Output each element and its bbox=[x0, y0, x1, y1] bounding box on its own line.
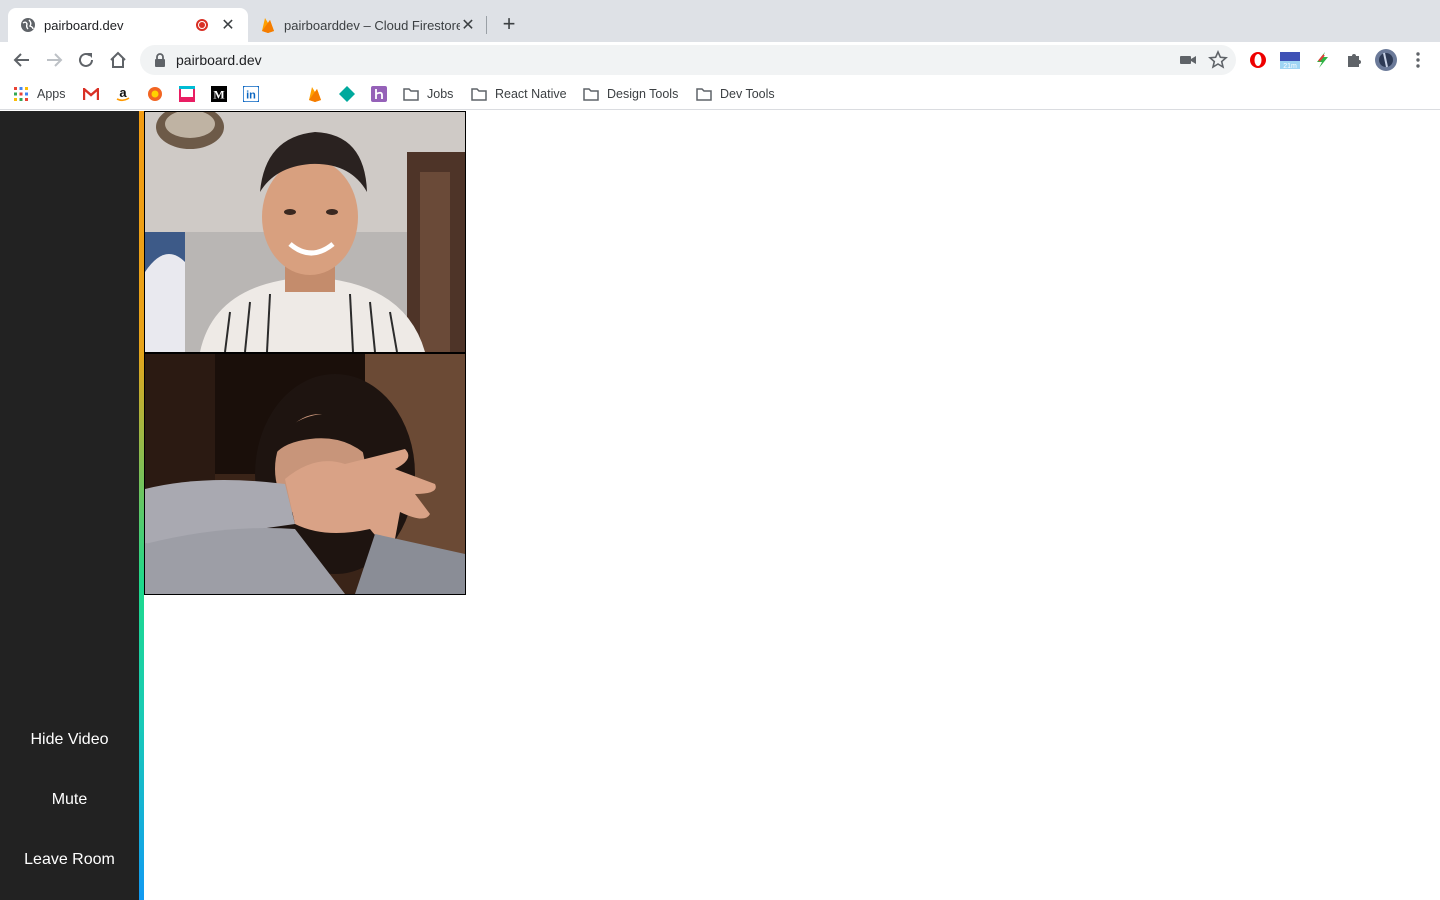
new-tab-button[interactable]: + bbox=[498, 13, 520, 35]
home-button[interactable] bbox=[106, 48, 130, 72]
mute-button[interactable]: Mute bbox=[0, 791, 139, 809]
video-tile-local bbox=[144, 111, 466, 353]
bookmark-linkedin[interactable]: in bbox=[243, 85, 259, 103]
bookmark-label: Jobs bbox=[427, 87, 454, 101]
bookmarks-bar: Apps a M in Jobs React Native Design Too… bbox=[0, 78, 1440, 110]
address-bar[interactable]: pairboard.dev bbox=[140, 45, 1236, 75]
bookmark-firebase[interactable] bbox=[307, 85, 323, 103]
tab-title: pairboard.dev bbox=[44, 17, 124, 33]
back-button[interactable] bbox=[10, 48, 34, 72]
menu-icon[interactable] bbox=[1407, 49, 1429, 71]
bookmark-amazon[interactable]: a bbox=[115, 85, 131, 103]
frame-icon bbox=[179, 86, 195, 102]
leave-room-button[interactable]: Leave Room bbox=[0, 851, 139, 869]
reload-button[interactable] bbox=[74, 48, 98, 72]
diamond-icon bbox=[339, 86, 355, 102]
firebase-icon bbox=[307, 86, 323, 102]
sidebar: Hide Video Mute Leave Room bbox=[0, 111, 139, 900]
folder-icon bbox=[696, 86, 712, 102]
folder-icon bbox=[583, 86, 599, 102]
apps-grid-icon bbox=[13, 86, 29, 102]
close-icon[interactable]: ✕ bbox=[460, 17, 476, 34]
tab-separator bbox=[486, 16, 487, 34]
globe-icon bbox=[20, 17, 36, 33]
heroku-icon bbox=[371, 86, 387, 102]
extension-badge: 21m bbox=[1283, 63, 1297, 70]
bookmark-label: Design Tools bbox=[607, 87, 679, 101]
tab-strip: pairboard.dev ✕ pairboarddev – Cloud Fir… bbox=[0, 0, 1440, 42]
camera-icon[interactable] bbox=[1178, 50, 1198, 75]
forward-button[interactable] bbox=[42, 48, 66, 72]
toolbar: pairboard.dev 21m bbox=[0, 42, 1440, 78]
bookmark-label: Dev Tools bbox=[720, 87, 775, 101]
bookmark-label: Apps bbox=[37, 87, 66, 101]
hide-video-button[interactable]: Hide Video bbox=[0, 731, 139, 749]
linkedin-icon: in bbox=[243, 86, 259, 102]
puzzle-extensions-icon[interactable] bbox=[1343, 49, 1365, 71]
tab-firestore[interactable]: pairboarddev – Cloud Firestore ✕ bbox=[248, 8, 488, 42]
svg-text:in: in bbox=[246, 90, 256, 102]
lock-icon bbox=[154, 53, 166, 67]
folder-icon bbox=[403, 86, 419, 102]
participant-video bbox=[145, 354, 465, 594]
amazon-icon: a bbox=[115, 86, 131, 102]
video-tile-remote bbox=[144, 353, 466, 595]
profile-avatar[interactable] bbox=[1375, 49, 1397, 71]
bookmark-folder-dev-tools[interactable]: Dev Tools bbox=[696, 85, 775, 103]
gmail-icon bbox=[83, 86, 99, 102]
bookmark-medium[interactable]: M bbox=[211, 85, 227, 103]
close-icon[interactable]: ✕ bbox=[220, 17, 236, 34]
bolt-extension-icon[interactable] bbox=[1311, 49, 1333, 71]
bookmark-diamond[interactable] bbox=[339, 85, 355, 103]
bookmark-folder-react-native[interactable]: React Native bbox=[471, 85, 567, 103]
bookmark-folder-jobs[interactable]: Jobs bbox=[403, 85, 453, 103]
bookmark-sun[interactable] bbox=[147, 85, 163, 103]
firebase-icon bbox=[260, 17, 276, 33]
bookmark-apps[interactable]: Apps bbox=[13, 85, 66, 103]
bookmark-heroku[interactable] bbox=[371, 85, 387, 103]
tab-title: pairboarddev – Cloud Firestore bbox=[284, 17, 460, 33]
bookmark-frame[interactable] bbox=[179, 85, 195, 103]
calendar-extension-icon[interactable]: 21m bbox=[1279, 49, 1301, 71]
svg-text:M: M bbox=[213, 88, 224, 102]
svg-text:a: a bbox=[119, 86, 127, 100]
tab-pairboard[interactable]: pairboard.dev ✕ bbox=[8, 8, 248, 42]
sun-icon bbox=[147, 86, 163, 102]
opera-extension-icon[interactable] bbox=[1247, 49, 1269, 71]
bookmark-label: React Native bbox=[495, 87, 567, 101]
url-text: pairboard.dev bbox=[176, 52, 262, 68]
bookmark-folder-design-tools[interactable]: Design Tools bbox=[583, 85, 678, 103]
medium-icon: M bbox=[211, 86, 227, 102]
bookmark-gmail[interactable] bbox=[83, 85, 99, 103]
participant-video bbox=[145, 112, 465, 352]
folder-icon bbox=[471, 86, 487, 102]
star-icon[interactable] bbox=[1208, 50, 1228, 75]
recording-icon bbox=[196, 19, 208, 31]
